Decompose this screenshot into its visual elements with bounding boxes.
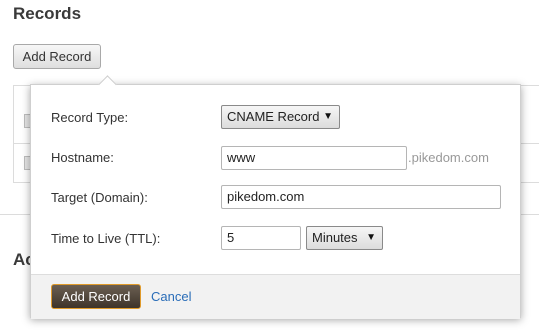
chevron-down-icon: ▼ <box>323 111 333 122</box>
hostname-input[interactable]: www <box>221 146 407 170</box>
ttl-unit-select[interactable]: Minutes ▼ <box>306 226 383 250</box>
hostname-suffix: .pikedom.com <box>408 150 489 165</box>
record-type-select[interactable]: CNAME Record ▼ <box>221 105 340 129</box>
chevron-down-icon: ▼ <box>366 232 376 243</box>
target-label: Target (Domain): <box>51 190 148 205</box>
submit-add-record-button[interactable]: Add Record <box>51 284 141 309</box>
add-record-dialog: Record Type: CNAME Record ▼ Hostname: ww… <box>30 75 521 319</box>
add-record-button[interactable]: Add Record <box>13 44 101 69</box>
ttl-unit-value: Minutes <box>312 230 358 245</box>
ttl-label: Time to Live (TTL): <box>51 231 161 246</box>
dialog-pointer <box>98 75 117 94</box>
hostname-label: Hostname: <box>51 150 114 165</box>
page-title: Records <box>13 4 82 23</box>
record-type-label: Record Type: <box>51 110 129 125</box>
record-type-value: CNAME Record <box>227 109 320 124</box>
cancel-link[interactable]: Cancel <box>151 289 191 304</box>
ttl-input[interactable]: 5 <box>221 226 301 250</box>
dialog-footer: Add Record Cancel <box>31 274 520 319</box>
target-input[interactable]: pikedom.com <box>221 185 501 209</box>
